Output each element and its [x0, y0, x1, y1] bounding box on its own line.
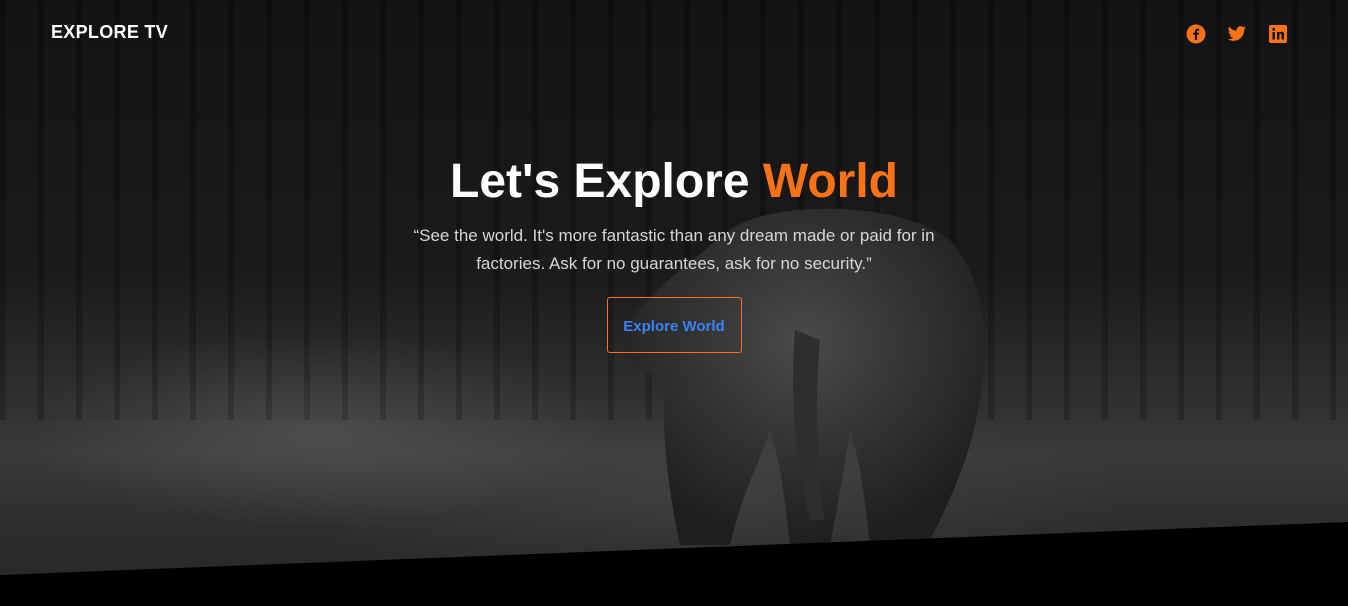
hero-section: EXPLORE TV Let's Explore World “See the … — [0, 0, 1348, 606]
explore-world-button[interactable]: Explore World — [606, 297, 742, 353]
hero-title: Let's Explore World — [0, 152, 1348, 212]
social-links — [1186, 24, 1288, 44]
hero-quote: “See the world. It's more fantastic than… — [413, 226, 935, 273]
hero-content: Let's Explore World “See the world. It's… — [0, 152, 1348, 353]
hero-title-accent: World — [762, 155, 898, 208]
hero-title-main: Let's Explore — [450, 155, 763, 208]
twitter-icon[interactable] — [1227, 24, 1247, 44]
linkedin-icon[interactable] — [1268, 24, 1288, 44]
facebook-icon[interactable] — [1186, 24, 1206, 44]
top-navbar: EXPLORE TV — [51, 20, 1288, 46]
brand-logo[interactable]: EXPLORE TV — [51, 22, 168, 43]
